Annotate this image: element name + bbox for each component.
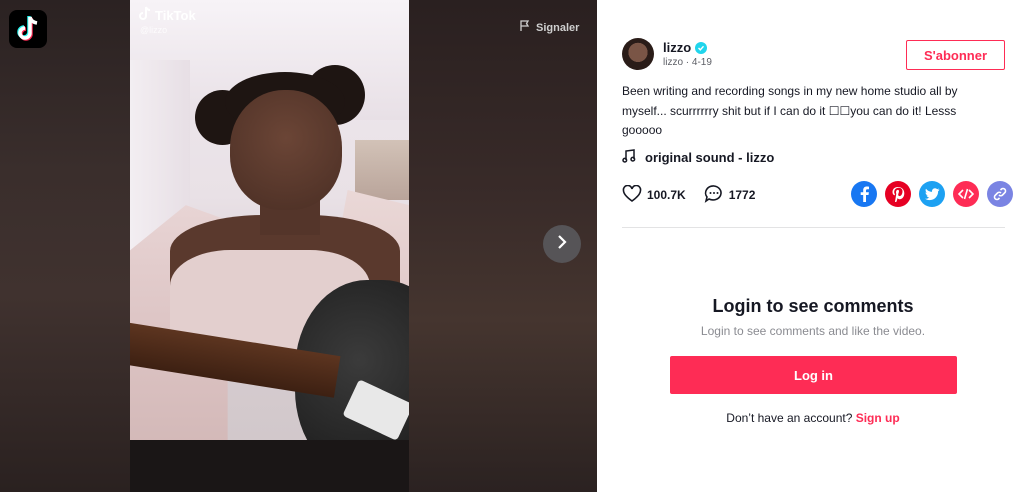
- comment-count: 1772: [728, 188, 756, 202]
- video-area: TikTok @lizzo Signaler: [0, 0, 597, 492]
- twitter-icon[interactable]: [919, 181, 945, 207]
- avatar[interactable]: [622, 38, 654, 70]
- engagement-stats: 100.7K 1772: [622, 184, 773, 206]
- like-button[interactable]: 100.7K: [622, 184, 686, 206]
- watermark-brand: TikTok: [155, 7, 196, 23]
- signup-link[interactable]: Sign up: [856, 411, 900, 425]
- report-label: Signaler: [536, 21, 580, 34]
- video-watermark: TikTok @lizzo: [138, 6, 196, 35]
- heart-icon: [622, 184, 642, 206]
- sound-link[interactable]: original sound - lizzo: [622, 149, 774, 166]
- sound-label: original sound - lizzo: [645, 150, 775, 165]
- facebook-icon[interactable]: [851, 181, 877, 207]
- verified-badge-icon: [695, 41, 708, 54]
- like-count: 100.7K: [647, 188, 686, 202]
- tiktok-note-icon: [138, 6, 152, 24]
- next-video-button[interactable]: [543, 225, 581, 263]
- follow-button[interactable]: S'abonner: [906, 40, 1005, 70]
- share-buttons: [851, 181, 1013, 207]
- signup-prompt: Don’t have an account? Sign up: [597, 411, 1024, 425]
- link-icon[interactable]: [987, 181, 1013, 207]
- details-panel: lizzo lizzo · 4-19 S'abonner Been writin…: [597, 0, 1024, 492]
- video-blur-background-left: [0, 0, 130, 492]
- video-description: Been writing and recording songs in my n…: [622, 84, 958, 137]
- comment-button[interactable]: 1772: [704, 184, 756, 206]
- music-note-icon: [622, 149, 636, 166]
- flag-icon: [519, 20, 531, 35]
- video-player[interactable]: [130, 0, 409, 492]
- report-button[interactable]: Signaler: [519, 20, 579, 35]
- author-name[interactable]: lizzo: [663, 40, 691, 55]
- chevron-right-icon: [556, 234, 568, 255]
- signup-prompt-text: Don’t have an account?: [726, 411, 853, 425]
- author-info[interactable]: lizzo lizzo · 4-19: [622, 38, 712, 70]
- author-subtitle: lizzo · 4-19: [663, 57, 712, 68]
- embed-icon[interactable]: [953, 181, 979, 207]
- divider: [622, 227, 1005, 228]
- comment-bubble-icon: [704, 184, 724, 206]
- pinterest-icon[interactable]: [885, 181, 911, 207]
- login-button[interactable]: Log in: [670, 356, 957, 394]
- comments-login-subtitle: Login to see comments and like the video…: [700, 324, 926, 338]
- tiktok-logo-icon[interactable]: [9, 10, 47, 48]
- watermark-handle: @lizzo: [140, 25, 168, 35]
- comments-login-title: Login to see comments: [712, 296, 914, 316]
